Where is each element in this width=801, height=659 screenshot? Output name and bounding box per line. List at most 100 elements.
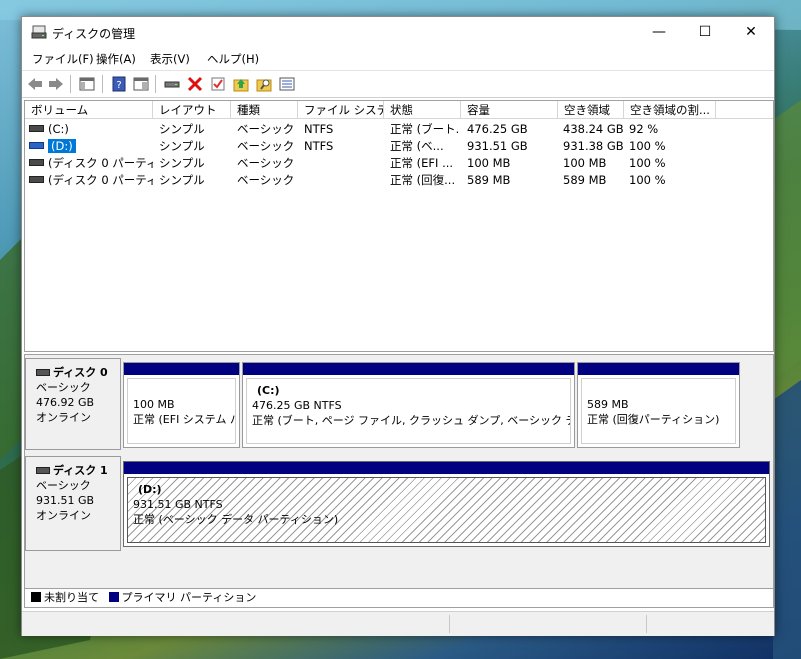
- partition-size: 589 MB: [587, 398, 629, 411]
- capacity-cell: 476.25 GB: [467, 122, 528, 136]
- partition-info: 589 MB 正常 (回復パーティション): [581, 378, 736, 444]
- primary-partition-bar: [124, 363, 239, 375]
- menu-view[interactable]: 表示(V): [150, 51, 190, 67]
- toolbar-separator: [70, 75, 71, 93]
- partition-status: 正常 (ブート, ページ ファイル, クラッシュ ダンプ, ベーシック データ …: [252, 414, 570, 427]
- layout-cell: シンプル: [159, 139, 205, 153]
- connect-drive-icon[interactable]: [164, 76, 180, 92]
- disk-management-window: ディスクの管理 — ☐ ✕ ファイル(F) 操作(A) 表示(V) ヘルプ(H)…: [21, 16, 775, 636]
- maximize-button[interactable]: ☐: [682, 17, 728, 47]
- column-header-free-space[interactable]: 空き領域: [558, 101, 624, 119]
- filesystem-cell: [304, 155, 382, 172]
- free-percent-cell: 100 %: [629, 156, 666, 170]
- legend: 未割り当て プライマリ パーティション: [24, 588, 774, 608]
- status-separator: [646, 615, 647, 633]
- volume-cell: (C:): [29, 121, 153, 138]
- column-header-status[interactable]: 状態: [384, 101, 461, 119]
- check-icon[interactable]: [210, 76, 226, 92]
- column-header-type[interactable]: 種類: [231, 101, 298, 119]
- partition-recovery[interactable]: 589 MB 正常 (回復パーティション): [577, 362, 740, 448]
- capacity-cell: 931.51 GB: [467, 139, 528, 153]
- free-percent-cell: 92 %: [629, 122, 659, 136]
- menu-file[interactable]: ファイル(F): [32, 51, 94, 67]
- disk-icon: [36, 466, 50, 474]
- delete-icon[interactable]: [187, 76, 203, 92]
- disk-kind: ベーシック: [36, 381, 91, 394]
- status-cell: 正常 (EFI ...: [390, 156, 454, 170]
- free-space-cell: 931.38 GB: [563, 139, 623, 153]
- status-cell: 正常 (ベ...: [390, 139, 444, 153]
- properties-icon[interactable]: [133, 76, 149, 92]
- partition-efi[interactable]: 100 MB 正常 (EFI システム パ: [123, 362, 240, 448]
- minimize-button[interactable]: —: [636, 17, 682, 47]
- svg-text:?: ?: [116, 80, 121, 91]
- folder-up-icon[interactable]: [233, 76, 249, 92]
- volume-list: ボリューム レイアウト 種類 ファイル システム 状態 容量 空き領域 空き領域…: [24, 100, 774, 352]
- drive-icon: [29, 159, 44, 166]
- layout-cell: シンプル: [159, 156, 205, 170]
- minimize-icon: —: [652, 24, 666, 40]
- title-bar[interactable]: ディスクの管理 — ☐ ✕: [22, 17, 774, 47]
- disk-0-label[interactable]: ディスク 0 ベーシック 476.92 GB オンライン: [25, 358, 121, 450]
- filesystem-cell: [304, 172, 382, 189]
- menu-action[interactable]: 操作(A): [96, 51, 136, 67]
- list-view-icon[interactable]: [279, 76, 295, 92]
- menu-bar: ファイル(F) 操作(A) 表示(V) ヘルプ(H): [22, 47, 774, 69]
- disk-graphical-view: ディスク 0 ベーシック 476.92 GB オンライン 100 MB 正常 (…: [24, 354, 774, 589]
- type-cell: ベーシック: [237, 173, 295, 187]
- volume-cell: (ディスク 0 パーティシ...: [29, 172, 153, 189]
- column-header-layout[interactable]: レイアウト: [153, 101, 231, 119]
- primary-partition-swatch: [108, 592, 119, 602]
- primary-partition-bar: [124, 462, 769, 474]
- unallocated-swatch: [31, 592, 41, 602]
- capacity-cell: 589 MB: [467, 173, 511, 187]
- free-percent-cell: 100 %: [629, 139, 666, 153]
- layout-cell: シンプル: [159, 122, 205, 136]
- close-button[interactable]: ✕: [728, 17, 774, 47]
- status-cell: 正常 (ブート...: [390, 122, 460, 136]
- type-cell: ベーシック: [237, 156, 295, 170]
- column-header-free-percent[interactable]: 空き領域の割...: [624, 101, 716, 119]
- search-folder-icon[interactable]: [256, 76, 272, 92]
- help-icon[interactable]: ?: [111, 76, 127, 92]
- partition-c[interactable]: (C:) 476.25 GB NTFS 正常 (ブート, ページ ファイル, ク…: [242, 362, 575, 448]
- free-percent-cell: 100 %: [629, 173, 666, 187]
- console-tree-icon[interactable]: [79, 76, 95, 92]
- disk-name: ディスク 1: [53, 464, 108, 477]
- partition-size: 931.51 GB NTFS: [133, 498, 223, 511]
- type-cell: ベーシック: [237, 122, 295, 136]
- disk-1-label[interactable]: ディスク 1 ベーシック 931.51 GB オンライン: [25, 456, 121, 551]
- volume-cell: (D:): [29, 138, 153, 155]
- disk-size: 931.51 GB: [36, 494, 95, 507]
- menu-help[interactable]: ヘルプ(H): [207, 51, 259, 67]
- disk-management-app-icon: [31, 25, 47, 39]
- disk-state: オンライン: [36, 411, 91, 424]
- partition-status: 正常 (EFI システム パ: [133, 413, 236, 426]
- toolbar-separator: [102, 75, 103, 93]
- partition-d[interactable]: (D:) 931.51 GB NTFS 正常 (ベーシック データ パーティショ…: [123, 461, 770, 547]
- disk-icon: [36, 368, 50, 376]
- column-header-filesystem[interactable]: ファイル システム: [298, 101, 384, 119]
- free-space-cell: 438.24 GB: [563, 122, 623, 136]
- window-title: ディスクの管理: [52, 27, 136, 41]
- close-icon: ✕: [745, 24, 757, 40]
- forward-arrow-icon[interactable]: [48, 76, 64, 92]
- partition-size: 476.25 GB NTFS: [252, 399, 342, 412]
- toolbar: ?: [22, 70, 774, 98]
- disk-name: ディスク 0: [53, 366, 108, 379]
- volume-name-selected: (D:): [48, 139, 76, 153]
- status-bar: [22, 611, 774, 636]
- legend-unallocated: 未割り当て: [44, 591, 99, 604]
- free-space-cell: 100 MB: [563, 156, 607, 170]
- layout-cell: シンプル: [159, 173, 205, 187]
- legend-primary-partition: プライマリ パーティション: [121, 591, 257, 604]
- partition-info: (D:) 931.51 GB NTFS 正常 (ベーシック データ パーティショ…: [127, 477, 766, 543]
- partition-status: 正常 (回復パーティション): [587, 413, 720, 426]
- disk-kind: ベーシック: [36, 479, 91, 492]
- capacity-cell: 100 MB: [467, 156, 511, 170]
- disk-size: 476.92 GB: [36, 396, 95, 409]
- volume-cell: (ディスク 0 パーティシ...: [29, 155, 153, 172]
- column-header-volume[interactable]: ボリューム: [25, 101, 153, 119]
- back-arrow-icon[interactable]: [27, 76, 43, 92]
- column-header-capacity[interactable]: 容量: [461, 101, 558, 119]
